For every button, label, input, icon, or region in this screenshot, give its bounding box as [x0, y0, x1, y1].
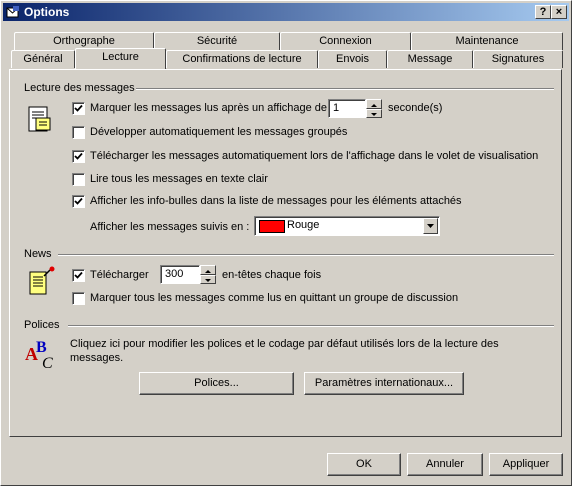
international-settings-button[interactable]: Paramètres internationaux...: [304, 372, 464, 395]
spin-down-icon[interactable]: [200, 274, 216, 284]
options-dialog: Options ? × Orthographe Sécurité Connexi…: [0, 0, 572, 486]
seconds-unit-label: seconde(s): [388, 102, 443, 114]
chevron-down-icon[interactable]: [423, 218, 438, 234]
tab-connexion[interactable]: Connexion: [280, 32, 411, 50]
section-divider: [68, 325, 554, 327]
help-button[interactable]: ?: [535, 5, 551, 19]
tab-signatures[interactable]: Signatures: [473, 50, 563, 68]
tab-lecture[interactable]: Lecture: [75, 48, 166, 69]
svg-text:B: B: [36, 339, 47, 356]
mark-read-label: Marquer les messages lus après un affich…: [90, 102, 328, 114]
outlook-options-icon: [6, 6, 19, 18]
lecture-panel: Lecture des messages Marquer les message…: [9, 69, 562, 437]
section-title-news: News: [24, 248, 52, 260]
cancel-button[interactable]: Annuler: [407, 453, 483, 476]
check-icon: [74, 152, 83, 160]
read-mail-icon: [28, 106, 51, 132]
followed-label: Afficher les messages suivis en :: [90, 221, 250, 233]
spin-up-icon[interactable]: [366, 99, 382, 109]
tab-general[interactable]: Général: [11, 50, 75, 68]
news-headers-spinner[interactable]: [200, 265, 216, 284]
news-headers-count-input[interactable]: 300: [160, 265, 200, 284]
window-title: Options: [24, 5, 70, 19]
section-divider: [136, 88, 554, 90]
fonts-description: Cliquez ici pour modifier les polices et…: [70, 338, 499, 364]
news-mark-read-checkbox[interactable]: [72, 292, 85, 305]
tab-securite[interactable]: Sécurité: [154, 32, 280, 50]
expand-groups-checkbox[interactable]: [72, 126, 85, 139]
news-download-checkbox[interactable]: [72, 269, 85, 282]
tab-confirmations[interactable]: Confirmations de lecture: [166, 50, 318, 68]
news-icon: [29, 266, 55, 295]
title-bar[interactable]: Options ? ×: [3, 3, 569, 21]
tab-envois[interactable]: Envois: [318, 50, 387, 68]
news-mark-read-label: Marquer tous les messages comme lus en q…: [90, 292, 459, 304]
section-title-polices: Polices: [24, 319, 60, 331]
plain-text-checkbox[interactable]: [72, 173, 85, 186]
news-download-label: Télécharger: [90, 269, 149, 281]
tab-maintenance[interactable]: Maintenance: [411, 32, 563, 50]
ok-button[interactable]: OK: [327, 453, 401, 476]
mark-read-seconds-input[interactable]: 1: [328, 99, 366, 118]
svg-text:C: C: [42, 355, 53, 370]
mark-read-checkbox[interactable]: [72, 102, 85, 115]
spin-up-icon[interactable]: [200, 265, 216, 275]
download-auto-checkbox[interactable]: [72, 150, 85, 163]
followed-color-select[interactable]: Rouge: [254, 216, 440, 236]
tooltips-checkbox[interactable]: [72, 195, 85, 208]
check-icon: [74, 104, 83, 112]
fonts-abc-icon: A B C: [25, 339, 53, 370]
section-divider: [58, 254, 554, 256]
apply-button[interactable]: Appliquer: [489, 453, 563, 476]
download-auto-label: Télécharger les messages automatiquement…: [90, 150, 539, 162]
tab-message[interactable]: Message: [387, 50, 473, 68]
spin-down-icon[interactable]: [366, 108, 382, 118]
plain-text-label: Lire tous les messages en texte clair: [90, 173, 268, 185]
check-icon: [74, 271, 83, 279]
fonts-button[interactable]: Polices...: [139, 372, 294, 395]
close-button[interactable]: ×: [551, 5, 567, 19]
tooltips-label: Afficher les info-bulles dans la liste d…: [90, 195, 462, 207]
mark-read-spinner[interactable]: [366, 99, 382, 118]
check-icon: [74, 197, 83, 205]
expand-groups-label: Développer automatiquement les messages …: [90, 126, 348, 138]
section-title-lecture: Lecture des messages: [24, 82, 135, 94]
color-swatch: [259, 220, 285, 233]
news-headers-label: en-têtes chaque fois: [222, 269, 322, 281]
